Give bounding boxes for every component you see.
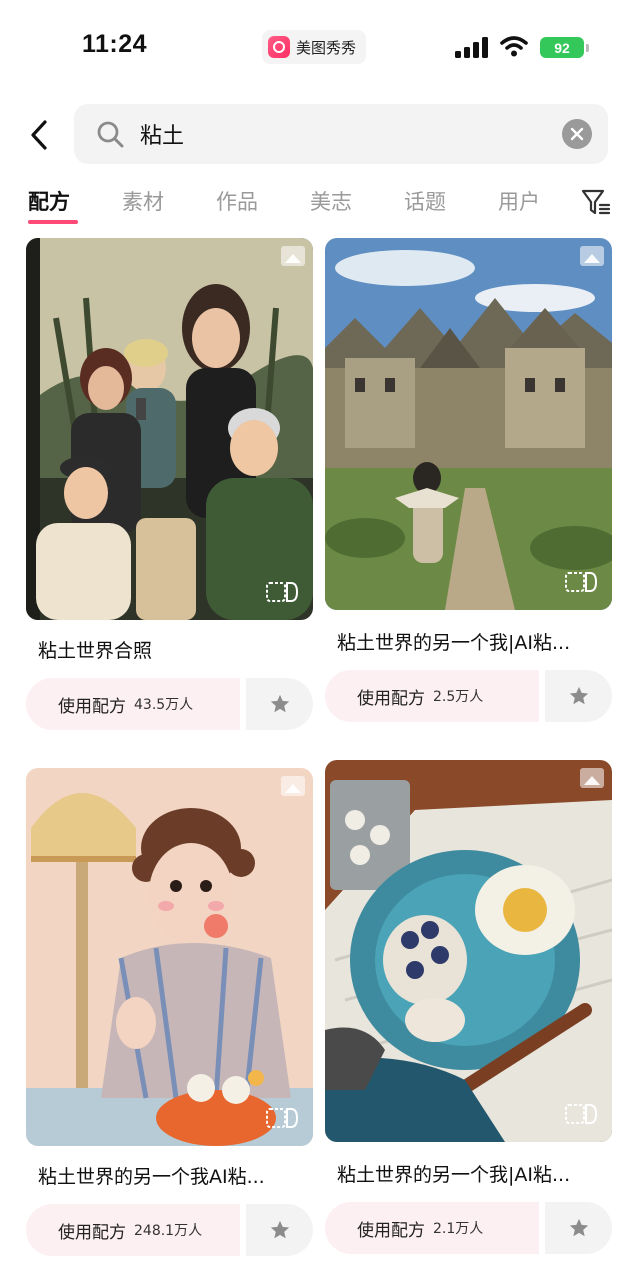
- recipe-thumbnail[interactable]: [325, 760, 612, 1142]
- active-tab-indicator: [28, 220, 78, 224]
- chevron-left-icon: [31, 120, 47, 150]
- recipe-card[interactable]: 粘土世界的另一个我|AI粘... 使用配方 2.5万人: [325, 238, 612, 722]
- recipe-card[interactable]: 粘土世界的另一个我AI粘... 使用配方 248.1万人: [26, 768, 313, 1256]
- tab-works[interactable]: 作品: [216, 186, 258, 216]
- live-photo-icon: [565, 1104, 598, 1124]
- status-time: 11:24: [82, 30, 148, 58]
- image-type-icon: [580, 768, 604, 788]
- usage-count: 2.5万人: [433, 689, 484, 705]
- favorite-button[interactable]: [545, 1202, 612, 1254]
- search-icon: [97, 121, 124, 148]
- image-type-icon: [281, 246, 305, 266]
- live-photo-icon: [266, 582, 299, 602]
- star-icon: [270, 694, 289, 713]
- tab-users[interactable]: 用户: [498, 186, 540, 216]
- clay-girl-portrait-image: [26, 768, 313, 1146]
- use-recipe-button[interactable]: 使用配方 43.5万人: [26, 678, 240, 730]
- use-recipe-label: 使用配方: [58, 1222, 126, 1243]
- search-input[interactable]: [140, 117, 520, 151]
- use-recipe-label: 使用配方: [357, 1220, 425, 1241]
- clear-search-button[interactable]: [562, 119, 592, 149]
- tab-topics[interactable]: 话题: [404, 186, 446, 216]
- clay-breakfast-image: [325, 760, 612, 1142]
- live-photo-icon: [266, 1108, 299, 1128]
- image-type-icon: [580, 246, 604, 266]
- favorite-button[interactable]: [545, 670, 612, 722]
- use-recipe-button[interactable]: 使用配方 2.5万人: [325, 670, 539, 722]
- category-tabs: 配方 素材 作品 美志 话题 用户: [0, 180, 637, 226]
- usage-count: 2.1万人: [433, 1221, 484, 1237]
- recipe-thumbnail[interactable]: [325, 238, 612, 610]
- meitu-logo-icon: [268, 36, 290, 58]
- tab-recipe[interactable]: 配方: [28, 186, 70, 216]
- clay-village-image: [325, 238, 612, 610]
- usage-count: 248.1万人: [134, 1223, 203, 1239]
- use-recipe-button[interactable]: 使用配方 2.1万人: [325, 1202, 539, 1254]
- star-icon: [569, 686, 588, 705]
- battery-level: 92: [554, 39, 570, 56]
- clay-group-photo-image: [26, 238, 313, 620]
- app-name: 美图秀秀: [296, 38, 357, 57]
- recipe-title: 粘土世界的另一个我|AI粘...: [337, 1164, 571, 1186]
- recipe-title: 粘土世界合照: [38, 640, 153, 662]
- star-icon: [569, 1218, 588, 1237]
- filter-icon[interactable]: [580, 186, 612, 218]
- recipe-card[interactable]: 粘土世界合照 使用配方 43.5万人: [26, 238, 313, 730]
- status-bar: 11:24 美图秀秀 92: [0, 0, 637, 96]
- use-recipe-button[interactable]: 使用配方 248.1万人: [26, 1204, 240, 1256]
- use-recipe-label: 使用配方: [58, 696, 126, 717]
- wifi-icon: [500, 36, 528, 57]
- app-indicator[interactable]: 美图秀秀: [262, 30, 367, 64]
- back-button[interactable]: [22, 114, 56, 156]
- recipe-title: 粘土世界的另一个我|AI粘...: [337, 632, 571, 654]
- recipe-thumbnail[interactable]: [26, 768, 313, 1146]
- battery-indicator: 92: [540, 37, 584, 58]
- recipe-card[interactable]: 粘土世界的另一个我|AI粘... 使用配方 2.1万人: [325, 760, 612, 1254]
- recipe-title: 粘土世界的另一个我AI粘...: [38, 1166, 265, 1188]
- recipe-thumbnail[interactable]: [26, 238, 313, 620]
- usage-count: 43.5万人: [134, 697, 194, 713]
- live-photo-icon: [565, 572, 598, 592]
- use-recipe-label: 使用配方: [357, 688, 425, 709]
- star-icon: [270, 1220, 289, 1239]
- image-type-icon: [281, 776, 305, 796]
- tab-material[interactable]: 素材: [122, 186, 164, 216]
- favorite-button[interactable]: [246, 1204, 313, 1256]
- tab-journal[interactable]: 美志: [310, 186, 352, 216]
- clear-icon: [570, 127, 584, 141]
- favorite-button[interactable]: [246, 678, 313, 730]
- battery-tip: [586, 44, 589, 52]
- search-bar[interactable]: [74, 104, 608, 164]
- cellular-signal-icon: [455, 36, 489, 58]
